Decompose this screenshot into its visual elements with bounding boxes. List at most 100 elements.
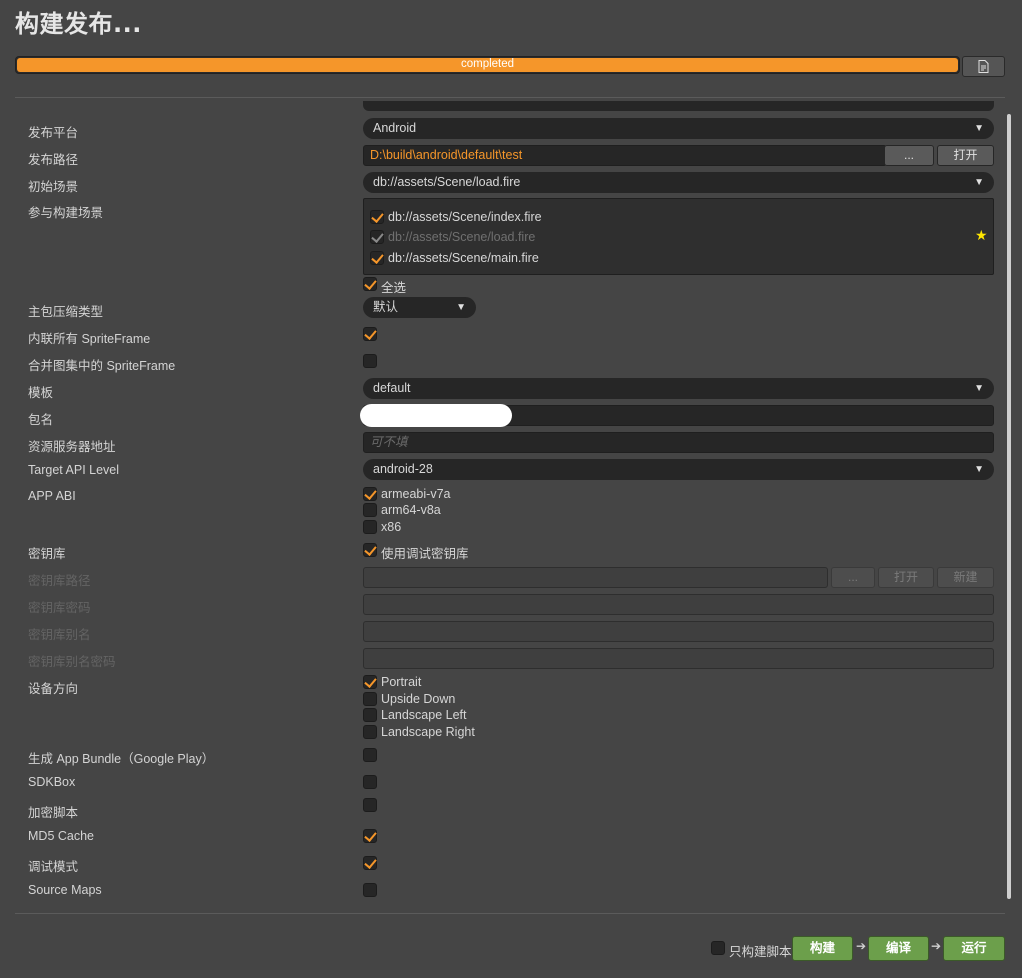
label-app-abi: APP ABI: [28, 489, 76, 503]
progress-fill: completed: [17, 58, 958, 72]
page-title: 构建发布...: [15, 10, 142, 38]
debug-checkbox[interactable]: [363, 856, 377, 870]
keystore-new-button: 新建: [937, 567, 994, 588]
label-keystore-password: 密钥库密码: [28, 601, 91, 615]
label-template: 模板: [28, 386, 54, 400]
orientation-checkbox-upside-down[interactable]: [363, 692, 377, 706]
label-source-maps: Source Maps: [28, 883, 102, 897]
scene-checkbox-load: [370, 230, 384, 244]
open-log-button[interactable]: [962, 56, 1005, 77]
scene-path-index: db://assets/Scene/index.fire: [388, 210, 542, 224]
keystore-browse-button: ...: [831, 567, 875, 588]
select-all-label: 全选: [381, 281, 407, 295]
orientation-checkbox-landscape-right[interactable]: [363, 725, 377, 739]
label-merge-spriteframe: 合并图集中的 SpriteFrame: [28, 359, 176, 373]
abi-checkbox-armeabi-v7a[interactable]: [363, 487, 377, 501]
chevron-down-icon: ▼: [974, 383, 984, 394]
compile-button[interactable]: 编译: [868, 936, 929, 961]
scene-list: db://assets/Scene/index.fire db://assets…: [363, 198, 994, 275]
orientation-label-landscape-right: Landscape Right: [381, 725, 475, 739]
label-keystore: 密钥库: [28, 547, 66, 561]
app-bundle-checkbox[interactable]: [363, 748, 377, 762]
label-included-scenes: 参与构建场景: [28, 206, 104, 220]
abi-checkbox-x86[interactable]: [363, 520, 377, 534]
use-debug-keystore-label: 使用调试密钥库: [381, 547, 469, 561]
start-scene-value: db://assets/Scene/load.fire: [373, 175, 521, 189]
build-script-only-label: 只构建脚本: [729, 945, 792, 959]
platform-select[interactable]: Android ▼: [363, 118, 994, 139]
select-all-checkbox[interactable]: [363, 277, 377, 291]
label-build-path: 发布路径: [28, 153, 79, 167]
label-app-bundle: 生成 App Bundle（Google Play）: [28, 752, 215, 766]
scrollbar[interactable]: [1007, 114, 1011, 899]
keystore-password-input: [363, 594, 994, 615]
keystore-path-input: [363, 567, 828, 588]
template-select[interactable]: default ▼: [363, 378, 994, 399]
orientation-label-landscape-left: Landscape Left: [381, 708, 467, 722]
label-encrypt-js: 加密脚本: [28, 806, 79, 820]
keystore-alias-input: [363, 621, 994, 642]
label-platform: 发布平台: [28, 126, 79, 140]
source-maps-checkbox[interactable]: [363, 883, 377, 897]
progress-label: completed: [460, 58, 515, 70]
scene-checkbox-index[interactable]: [370, 210, 384, 224]
orientation-checkbox-landscape-left[interactable]: [363, 708, 377, 722]
abi-label-x86: x86: [381, 520, 402, 534]
start-scene-select[interactable]: db://assets/Scene/load.fire ▼: [363, 172, 994, 193]
encrypt-js-checkbox[interactable]: [363, 798, 377, 812]
label-keystore-alias: 密钥库别名: [28, 628, 91, 642]
template-value: default: [373, 381, 411, 395]
abi-label-armeabi-v7a: armeabi-v7a: [381, 487, 451, 501]
redacted-package-name: [360, 404, 512, 427]
build-button[interactable]: 构建: [792, 936, 853, 961]
label-start-scene: 初始场景: [28, 180, 79, 194]
chevron-down-icon: ▼: [974, 123, 984, 134]
scene-checkbox-main[interactable]: [370, 251, 384, 265]
arrow-right-icon: ➔: [856, 939, 867, 953]
label-api-level: Target API Level: [28, 463, 120, 477]
scroll-clipped-field: [363, 101, 994, 111]
platform-value: Android: [373, 121, 417, 135]
chevron-down-icon: ▼: [456, 302, 466, 313]
build-progress-bar: completed: [15, 56, 960, 74]
star-icon: ★: [975, 227, 988, 243]
arrow-right-icon: ➔: [931, 939, 942, 953]
resource-server-input[interactable]: 可不填: [363, 432, 994, 453]
compression-value: 默认: [373, 300, 399, 314]
orientation-label-portrait: Portrait: [381, 675, 422, 689]
md5-cache-checkbox[interactable]: [363, 829, 377, 843]
divider-top: [15, 97, 1005, 98]
label-inline-spriteframe: 内联所有 SpriteFrame: [28, 332, 151, 346]
scene-path-load: db://assets/Scene/load.fire: [388, 230, 536, 244]
label-orientation: 设备方向: [28, 682, 79, 696]
label-package-name: 包名: [28, 413, 54, 427]
sdkbox-checkbox[interactable]: [363, 775, 377, 789]
chevron-down-icon: ▼: [974, 464, 984, 475]
label-sdkbox: SDKBox: [28, 775, 76, 789]
build-path-input[interactable]: D:\build\android\default\test: [363, 145, 887, 166]
open-path-button[interactable]: 打开: [937, 145, 994, 166]
api-level-select[interactable]: android-28 ▼: [363, 459, 994, 480]
scene-path-main: db://assets/Scene/main.fire: [388, 251, 539, 265]
build-script-only-checkbox[interactable]: [711, 941, 725, 955]
run-button[interactable]: 运行: [943, 936, 1005, 961]
compression-select[interactable]: 默认 ▼: [363, 297, 476, 318]
abi-checkbox-arm64-v8a[interactable]: [363, 503, 377, 517]
chevron-down-icon: ▼: [974, 177, 984, 188]
keystore-alias-password-input: [363, 648, 994, 669]
orientation-label-upside-down: Upside Down: [381, 692, 456, 706]
label-keystore-path: 密钥库路径: [28, 574, 91, 588]
api-level-value: android-28: [373, 462, 433, 476]
orientation-checkbox-portrait[interactable]: [363, 675, 377, 689]
document-icon: [978, 60, 989, 73]
inline-spriteframe-checkbox[interactable]: [363, 327, 377, 341]
merge-spriteframe-checkbox[interactable]: [363, 354, 377, 368]
use-debug-keystore-checkbox[interactable]: [363, 543, 377, 557]
label-debug: 调试模式: [28, 860, 79, 874]
label-compression: 主包压缩类型: [28, 305, 104, 319]
abi-label-arm64-v8a: arm64-v8a: [381, 503, 441, 517]
label-keystore-alias-password: 密钥库别名密码: [28, 655, 116, 669]
divider-bottom: [15, 913, 1005, 914]
label-md5-cache: MD5 Cache: [28, 829, 94, 843]
browse-path-button[interactable]: ...: [884, 145, 934, 166]
